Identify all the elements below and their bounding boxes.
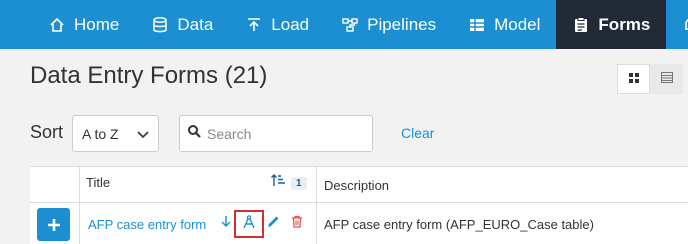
nav-item-label: Pipelines (367, 14, 437, 34)
delete-button[interactable] (287, 214, 307, 234)
sort-label: Sort (30, 122, 64, 142)
nav-item-load[interactable]: Load (229, 0, 325, 49)
download-button[interactable] (216, 214, 236, 234)
search-box (179, 115, 373, 152)
nav-item-label: Forms (598, 14, 651, 34)
column-divider (316, 167, 317, 244)
nav-item-label: Home (74, 14, 120, 34)
add-form-button[interactable] (37, 208, 70, 241)
sort-indicator[interactable]: 1 (271, 174, 307, 192)
pencil-icon (267, 215, 280, 233)
clipboard-icon (572, 16, 590, 34)
view-toggle (617, 64, 687, 94)
database-icon (151, 16, 169, 34)
edit-button[interactable] (263, 214, 283, 234)
column-header-description[interactable]: Description (324, 178, 389, 193)
nav-item-data[interactable]: Data (135, 0, 229, 49)
trash-icon (291, 215, 303, 233)
form-builder-button[interactable] (234, 210, 264, 238)
nav-item-home[interactable]: Home (32, 0, 135, 49)
form-description: AFP case entry form (AFP_EURO_Case table… (324, 217, 594, 232)
search-input[interactable] (205, 124, 365, 143)
chevron-down-icon (136, 127, 150, 144)
bell-icon (682, 16, 688, 34)
column-header-title[interactable]: Title (86, 175, 110, 190)
clear-link[interactable]: Clear (401, 125, 434, 141)
forms-table: Title 1 Description AFP case entry form … (30, 166, 688, 244)
search-icon (188, 124, 201, 143)
home-icon (48, 16, 66, 34)
sort-order-badge: 1 (291, 176, 307, 190)
plus-icon (47, 211, 61, 239)
download-icon (220, 215, 232, 233)
sort-ascending-icon (271, 174, 286, 192)
table-icon (660, 70, 673, 88)
nav-item-label: Load (271, 14, 310, 34)
nav-item-model[interactable]: Model (452, 0, 556, 49)
nav-item-forms[interactable]: Forms (556, 0, 667, 49)
table-view-button[interactable] (650, 64, 683, 94)
page-title: Data Entry Forms (21) (30, 62, 268, 89)
form-title-link[interactable]: AFP case entry form (88, 217, 206, 232)
row-divider (30, 202, 688, 203)
upload-icon (245, 16, 263, 34)
nav-item-pipelines[interactable]: Pipelines (325, 0, 452, 49)
nav-item-label: Data (177, 14, 214, 34)
compass-icon (242, 214, 256, 234)
model-icon (468, 16, 486, 34)
nav-item-notifications[interactable]: N (666, 0, 688, 49)
sort-select-value: A to Z (82, 125, 119, 142)
column-divider (79, 167, 80, 244)
grid-view-button[interactable] (617, 64, 650, 94)
nav-item-label: Model (494, 14, 541, 34)
sort-select[interactable]: A to Z (72, 115, 159, 152)
pipelines-icon (341, 16, 359, 34)
grid-icon (628, 70, 639, 88)
main-navbar: Home Data Load Pipelines Model Forms N (0, 0, 688, 49)
